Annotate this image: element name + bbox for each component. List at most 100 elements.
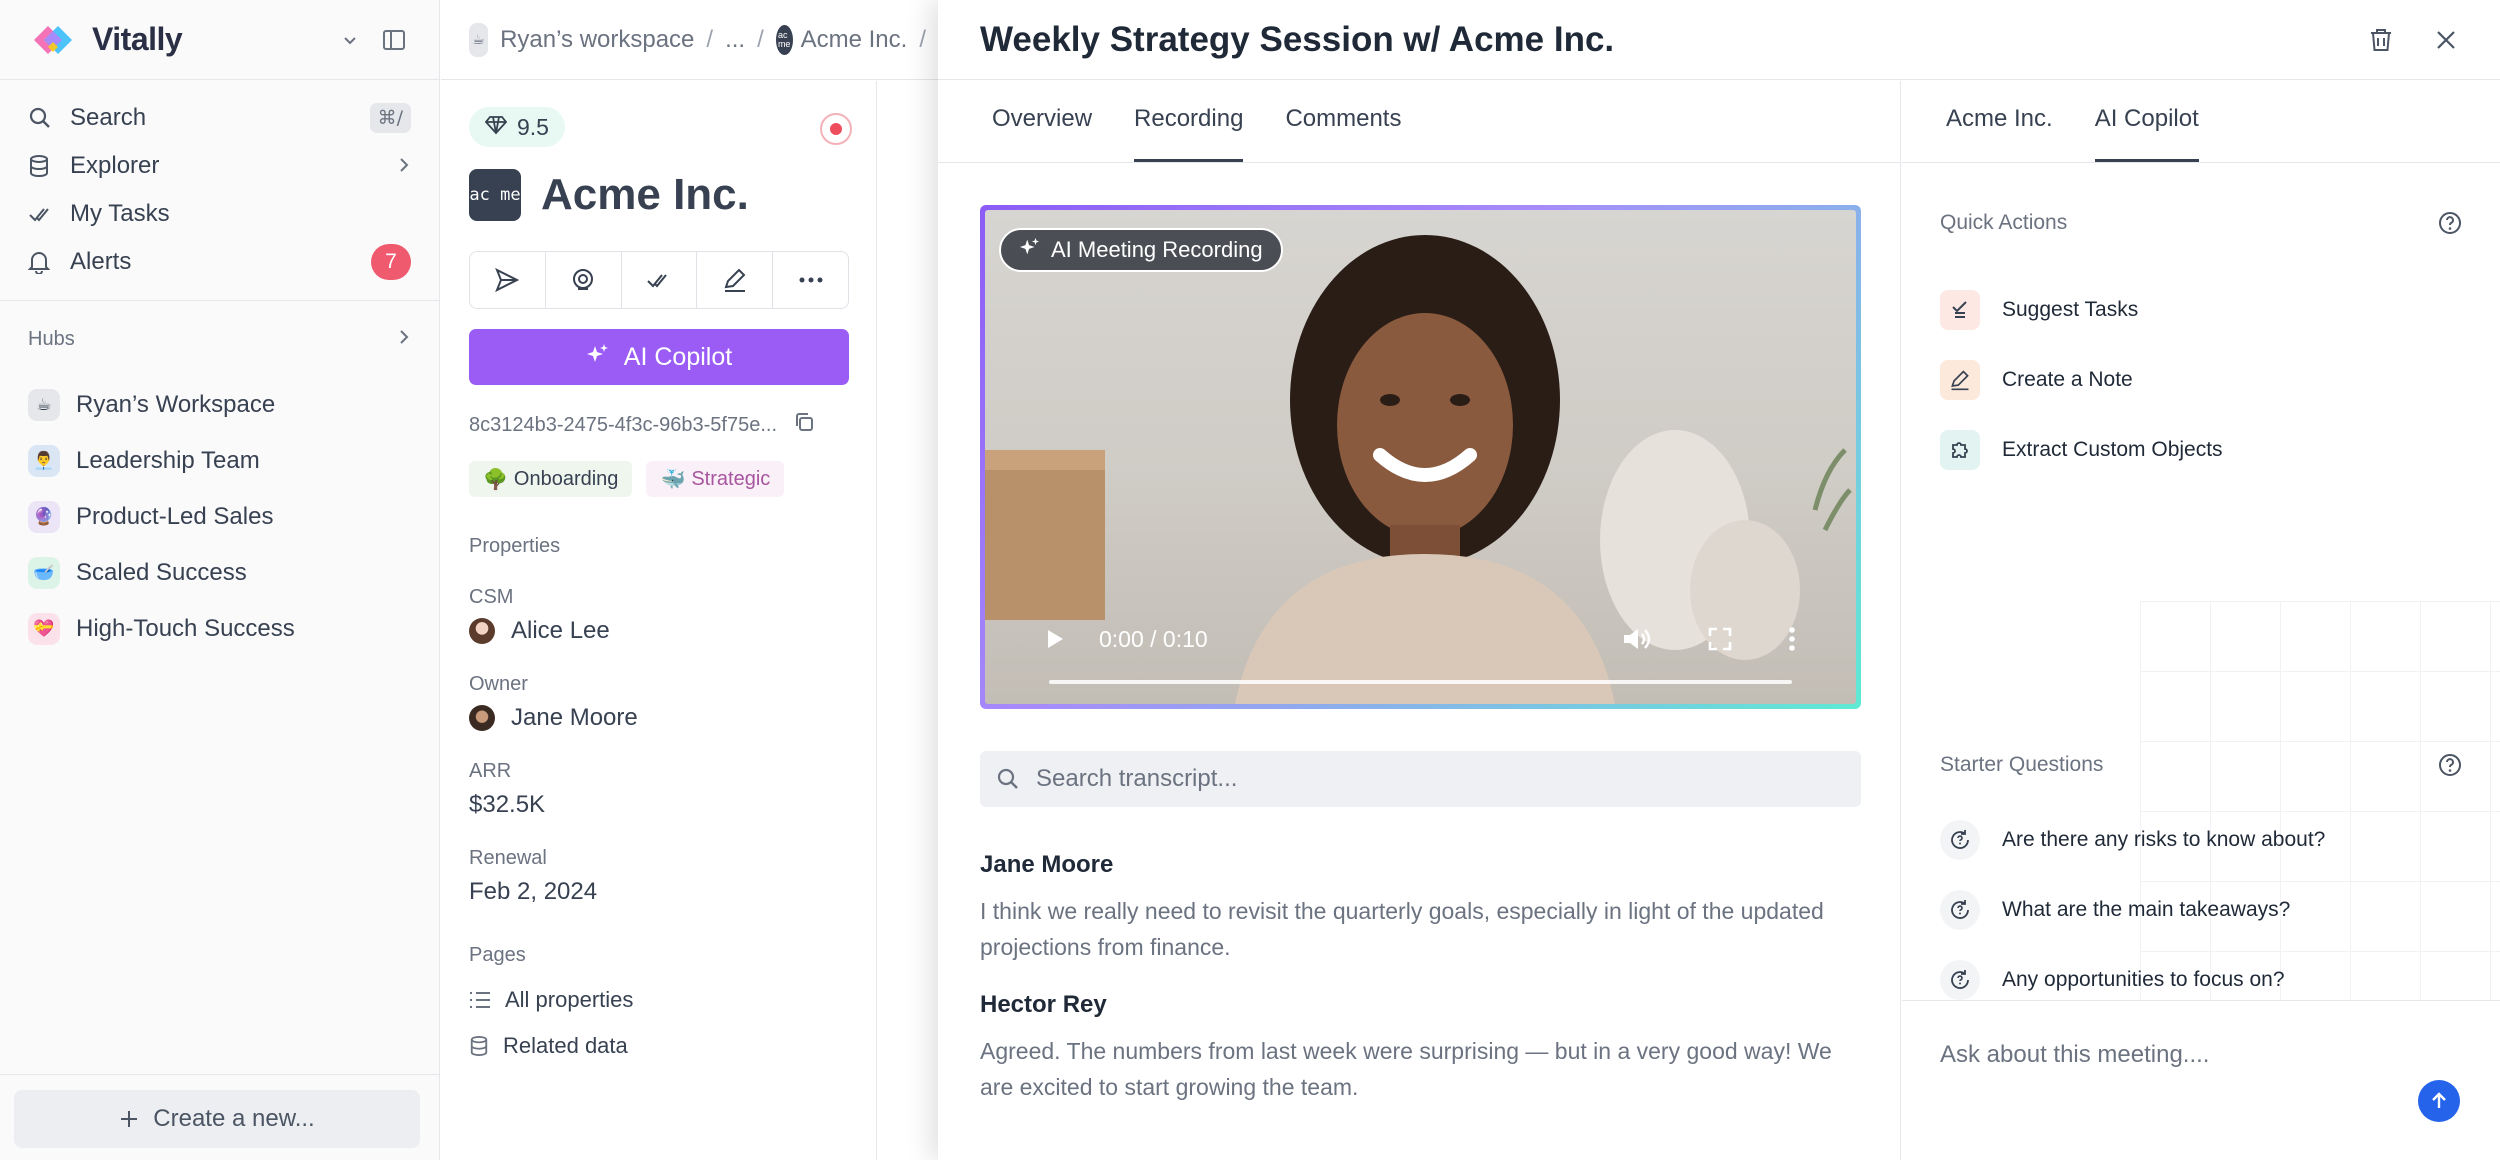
renewal-value[interactable]: Feb 2, 2024 [469, 878, 848, 906]
video-progress-bar[interactable] [1049, 680, 1792, 684]
utterance-text: Agreed. The numbers from last week were … [980, 1038, 1832, 1100]
hub-item-high-touch-success[interactable]: 💝 High-Touch Success [0, 601, 439, 657]
more-vertical-icon[interactable] [1788, 626, 1796, 652]
help-icon[interactable] [2438, 211, 2462, 235]
shortcut-badge: ⌘/ [369, 103, 411, 133]
create-new-button[interactable]: Create a new... [14, 1090, 420, 1148]
breadcrumb-ellipsis[interactable]: ... [725, 26, 745, 54]
quick-action-create-note[interactable]: Create a Note [1902, 345, 2500, 415]
ask-box[interactable]: Ask about this meeting.... [1902, 1000, 2500, 1160]
transcript-search-input[interactable]: Search transcript... [1036, 765, 1237, 793]
nav-item-explorer[interactable]: Explorer [0, 142, 439, 190]
tab-comments[interactable]: Comments [1285, 105, 1401, 162]
starter-question-label: Are there any risks to know about? [2002, 828, 2326, 851]
play-icon[interactable] [1045, 628, 1065, 650]
send-icon[interactable] [470, 252, 546, 308]
pages-heading: Pages [469, 944, 526, 966]
nav-label: Search [70, 104, 147, 131]
avatar [469, 705, 495, 731]
copy-icon[interactable] [793, 411, 815, 439]
breadcrumb: ☕ Ryan’s workspace / ... / ac me Acme Inc… [441, 0, 938, 80]
quick-action-label: Suggest Tasks [2002, 298, 2139, 321]
speaker-name: Jane Moore [980, 851, 1114, 878]
breadcrumb-workspace[interactable]: Ryan’s workspace [500, 26, 694, 54]
transcript: Jane Moore I think we really need to rev… [980, 851, 1861, 1131]
breadcrumb-account[interactable]: Acme Inc. [801, 26, 908, 54]
nav-item-search[interactable]: Search ⌘/ [0, 94, 439, 142]
ai-copilot-button[interactable]: AI Copilot [469, 329, 849, 385]
nav-item-alerts[interactable]: Alerts 7 [0, 238, 439, 286]
csm-label: CSM [469, 586, 514, 608]
nav-label: My Tasks [70, 200, 170, 227]
transcript-search[interactable]: Search transcript... [980, 751, 1861, 807]
tag-label: Strategic [691, 467, 771, 490]
ai-recording-label: AI Meeting Recording [1051, 237, 1263, 262]
recording-indicator-icon[interactable] [820, 113, 852, 145]
sparkle-icon [1019, 236, 1041, 264]
volume-icon[interactable] [1622, 626, 1652, 652]
video-time: 0:00 / 0:10 [1099, 625, 1208, 652]
target-icon[interactable] [546, 252, 622, 308]
page-link-related-data[interactable]: Related data [469, 1033, 848, 1059]
account-action-bar [469, 251, 849, 309]
quick-action-extract-objects[interactable]: Extract Custom Objects [1902, 415, 2500, 485]
transcript-entry: Jane Moore I think we really need to rev… [980, 851, 1861, 965]
question-refresh-icon [1940, 890, 1980, 930]
page-link-label: Related data [503, 1033, 628, 1058]
starter-question-risks[interactable]: Are there any risks to know about? [1902, 805, 2500, 875]
quick-action-suggest-tasks[interactable]: Suggest Tasks [1902, 275, 2500, 345]
hub-avatar: ☕ [28, 389, 60, 421]
vitally-logo [28, 19, 78, 61]
quick-actions-header: Quick Actions [1902, 163, 2500, 275]
account-id: 8c3124b3-2475-4f3c-96b3-5f75e... [469, 413, 778, 436]
nav-item-my-tasks[interactable]: My Tasks [0, 190, 439, 238]
send-button[interactable] [2418, 1080, 2460, 1122]
task-check-icon [1940, 290, 1980, 330]
ask-input[interactable]: Ask about this meeting.... [1940, 1041, 2209, 1069]
page-link-all-properties[interactable]: All properties [469, 987, 848, 1013]
owner-value[interactable]: Jane Moore [469, 704, 848, 732]
diamond-icon [484, 114, 508, 141]
tab-ai-copilot[interactable]: AI Copilot [2094, 105, 2199, 162]
double-check-icon[interactable] [622, 252, 698, 308]
help-icon[interactable] [2438, 753, 2462, 777]
tag-onboarding[interactable]: 🌳 Onboarding [469, 461, 633, 497]
tag-strategic[interactable]: 🐳 Strategic [646, 461, 785, 497]
more-horizontal-icon[interactable] [773, 252, 848, 308]
properties-heading: Properties [469, 535, 561, 557]
hub-item-leadership-team[interactable]: 👨‍💼 Leadership Team [0, 433, 439, 489]
sidebar-toggle-icon[interactable] [377, 23, 411, 57]
hubs-header[interactable]: Hubs [0, 301, 439, 377]
trash-icon[interactable] [2368, 27, 2394, 53]
ai-recording-badge: AI Meeting Recording [999, 228, 1283, 272]
starter-question-takeaways[interactable]: What are the main takeaways? [1902, 875, 2500, 945]
hub-label: Product-Led Sales [76, 503, 274, 530]
nav-label: Explorer [70, 152, 160, 179]
pencil-icon[interactable] [697, 252, 774, 308]
search-icon [28, 106, 54, 130]
arr-value[interactable]: $32.5K [469, 791, 848, 819]
segment-tags: 🌳 Onboarding 🐳 Strategic [469, 461, 848, 497]
drawer-header: Weekly Strategy Session w/ Acme Inc. [938, 0, 2500, 80]
speaker-name: Hector Rey [980, 991, 1107, 1018]
fullscreen-icon[interactable] [1708, 627, 1732, 651]
whale-icon: 🐳 [660, 468, 686, 491]
chevron-down-icon[interactable] [333, 23, 367, 57]
create-new-label: Create a new... [153, 1105, 315, 1132]
hub-item-ryans-workspace[interactable]: ☕ Ryan’s Workspace [0, 377, 439, 433]
owner-label: Owner [469, 673, 528, 695]
video-player[interactable]: AI Meeting Recording 0:00 / 0:10 [980, 205, 1861, 709]
tab-acme-inc[interactable]: Acme Inc. [1946, 105, 2053, 162]
video-frame[interactable]: AI Meeting Recording 0:00 / 0:10 [985, 210, 1856, 704]
starter-questions-header: Starter Questions [1902, 725, 2500, 805]
puzzle-icon [1940, 430, 1980, 470]
hub-label: Ryan’s Workspace [76, 391, 276, 418]
tab-recording[interactable]: Recording [1134, 105, 1244, 162]
close-icon[interactable] [2434, 28, 2458, 52]
tab-overview[interactable]: Overview [992, 105, 1092, 162]
csm-value[interactable]: Alice Lee [469, 617, 848, 645]
health-score-badge[interactable]: 9.5 [469, 107, 565, 147]
hub-avatar: 🥣 [28, 557, 60, 589]
hub-item-scaled-success[interactable]: 🥣 Scaled Success [0, 545, 439, 601]
hub-item-product-led-sales[interactable]: 🔮 Product-Led Sales [0, 489, 439, 545]
